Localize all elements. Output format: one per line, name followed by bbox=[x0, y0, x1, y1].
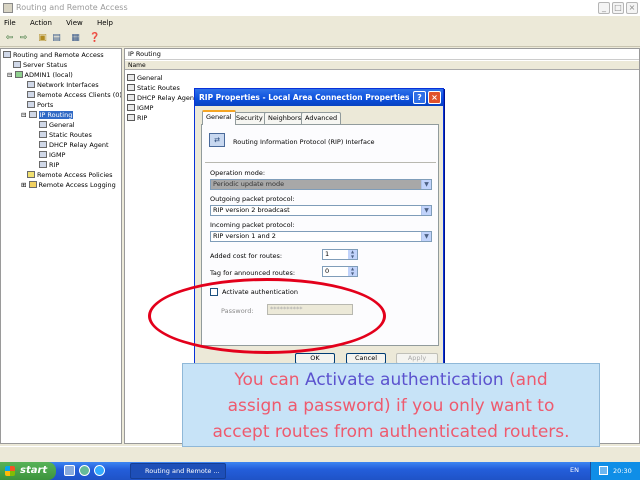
list-item[interactable]: Static Routes bbox=[127, 84, 180, 93]
system-tray: 20:30 bbox=[590, 462, 640, 480]
tutorial-callout: You can Activate authentication (and ass… bbox=[182, 363, 600, 447]
details-header: IP Routing bbox=[125, 49, 639, 60]
outgoing-protocol-select[interactable]: RIP version 2 broadcast ▼ bbox=[210, 205, 432, 216]
highlight-ellipse bbox=[148, 278, 386, 354]
interface-label: Routing Information Protocol (RIP) Inter… bbox=[233, 138, 375, 146]
back-icon[interactable]: ⇦ bbox=[3, 32, 16, 44]
tree-item[interactable]: Ports bbox=[27, 101, 53, 111]
tree-item[interactable]: DHCP Relay Agent bbox=[39, 141, 109, 151]
tree-item[interactable]: IGMP bbox=[39, 151, 65, 161]
operation-mode-select[interactable]: Periodic update mode ▼ bbox=[210, 179, 432, 190]
dhcp-relay-icon bbox=[127, 94, 135, 101]
tab-neighbors[interactable]: Neighbors bbox=[264, 112, 306, 124]
help-button[interactable]: ? bbox=[413, 91, 426, 104]
callout-line-2: assign a password) if you only want to bbox=[227, 396, 555, 416]
chevron-down-icon: ▼ bbox=[421, 180, 431, 189]
tree-item[interactable]: ⊞ Remote Access Logging bbox=[21, 181, 116, 191]
rip-icon bbox=[127, 114, 135, 121]
added-cost-stepper[interactable]: 1 ▲ ▼ bbox=[322, 249, 358, 260]
menu-bar: File Action View Help bbox=[0, 16, 640, 30]
policy-icon bbox=[27, 171, 35, 178]
menu-view[interactable]: View bbox=[66, 19, 83, 27]
media-player-icon[interactable] bbox=[79, 465, 90, 476]
status-bar bbox=[0, 446, 640, 462]
tab-security[interactable]: Security bbox=[232, 112, 267, 124]
folder-icon bbox=[28, 181, 37, 188]
igmp-icon bbox=[127, 104, 135, 111]
maximize-button[interactable]: □ bbox=[612, 2, 624, 14]
static-routes-icon bbox=[127, 84, 135, 91]
toolbar: ⇦ ⇨ ▣ ▤ ▦ ❓ bbox=[0, 30, 640, 47]
general-icon bbox=[127, 74, 135, 81]
dhcp-relay-icon bbox=[39, 141, 47, 148]
export-icon[interactable]: ▦ bbox=[69, 32, 82, 44]
windows-flag-icon bbox=[5, 466, 15, 476]
server-green-icon bbox=[14, 71, 23, 78]
list-item[interactable]: RIP bbox=[127, 114, 147, 123]
close-button[interactable]: × bbox=[626, 2, 638, 14]
rip-icon bbox=[39, 161, 47, 168]
clients-icon bbox=[27, 91, 35, 98]
show-desktop-icon[interactable] bbox=[64, 465, 75, 476]
spin-arrows-icon[interactable]: ▲ ▼ bbox=[348, 249, 357, 259]
list-item[interactable]: General bbox=[127, 74, 163, 83]
window-title: Routing and Remote Access bbox=[16, 3, 128, 12]
callout-line-3: accept routes from authenticated routers… bbox=[212, 422, 570, 442]
dialog-close-button[interactable]: × bbox=[428, 91, 441, 104]
minimize-button[interactable]: _ bbox=[598, 2, 610, 14]
static-routes-icon bbox=[39, 131, 47, 138]
tree-item[interactable]: ⊟ ADMIN1 (local) bbox=[7, 71, 73, 81]
column-header-name[interactable]: Name bbox=[125, 61, 639, 70]
up-folder-icon[interactable]: ▣ bbox=[36, 32, 49, 44]
incoming-protocol-label: Incoming packet protocol: bbox=[210, 221, 295, 229]
chevron-down-icon: ▼ bbox=[421, 232, 431, 241]
menu-help[interactable]: Help bbox=[97, 19, 113, 27]
console-tree[interactable]: Routing and Remote Access Server Status … bbox=[0, 48, 122, 444]
operation-mode-label: Operation mode: bbox=[210, 169, 266, 177]
tree-item[interactable]: Remote Access Clients (0) bbox=[27, 91, 121, 101]
forward-icon[interactable]: ⇨ bbox=[17, 32, 30, 44]
clock[interactable]: 20:30 bbox=[613, 467, 632, 475]
taskbar-item-rras[interactable]: Routing and Remote ... bbox=[130, 463, 226, 479]
server-icon bbox=[3, 51, 11, 58]
language-indicator[interactable]: EN bbox=[570, 466, 579, 474]
spin-arrows-icon[interactable]: ▲ ▼ bbox=[348, 266, 357, 276]
tree-item[interactable]: RIP bbox=[39, 161, 59, 171]
help-icon[interactable]: ❓ bbox=[88, 32, 101, 44]
general-icon bbox=[39, 121, 47, 128]
tree-item[interactable]: General bbox=[39, 121, 75, 131]
network-icon bbox=[27, 81, 35, 88]
server-status-icon bbox=[13, 61, 21, 68]
list-item[interactable]: DHCP Relay Agent bbox=[127, 94, 197, 103]
menu-file[interactable]: File bbox=[4, 19, 16, 27]
tree-item[interactable]: Remote Access Policies bbox=[27, 171, 113, 181]
routing-icon bbox=[28, 111, 37, 118]
properties-icon[interactable]: ▤ bbox=[50, 32, 63, 44]
chevron-down-icon: ▼ bbox=[421, 206, 431, 215]
dialog-title[interactable]: RIP Properties - Local Area Connection P… bbox=[195, 89, 443, 106]
tab-general[interactable]: General bbox=[202, 110, 236, 125]
route-tag-label: Tag for announced routes: bbox=[210, 269, 296, 277]
internet-explorer-icon[interactable] bbox=[94, 465, 105, 476]
list-item[interactable]: IGMP bbox=[127, 104, 153, 113]
tab-advanced[interactable]: Advanced bbox=[301, 112, 342, 124]
outgoing-protocol-label: Outgoing packet protocol: bbox=[210, 195, 295, 203]
tree-item[interactable]: Static Routes bbox=[39, 131, 92, 141]
network-interface-icon: ⇄ bbox=[209, 133, 225, 147]
menu-action[interactable]: Action bbox=[30, 19, 52, 27]
added-cost-label: Added cost for routes: bbox=[210, 252, 283, 260]
separator bbox=[205, 162, 436, 163]
route-tag-stepper[interactable]: 0 ▲ ▼ bbox=[322, 266, 358, 277]
tree-item[interactable]: Routing and Remote Access bbox=[3, 51, 104, 61]
tree-item[interactable]: Network Interfaces bbox=[27, 81, 99, 91]
incoming-protocol-select[interactable]: RIP version 1 and 2 ▼ bbox=[210, 231, 432, 242]
tree-item-ip-routing[interactable]: ⊟ IP Routing bbox=[21, 111, 74, 121]
callout-line-1: You can Activate authentication (and bbox=[234, 370, 548, 390]
window-titlebar[interactable]: Routing and Remote Access _ □ × bbox=[0, 0, 640, 16]
app-icon bbox=[3, 3, 13, 13]
tree-item[interactable]: Server Status bbox=[13, 61, 67, 71]
ports-icon bbox=[27, 101, 35, 108]
igmp-icon bbox=[39, 151, 47, 158]
network-tray-icon[interactable] bbox=[599, 466, 608, 475]
